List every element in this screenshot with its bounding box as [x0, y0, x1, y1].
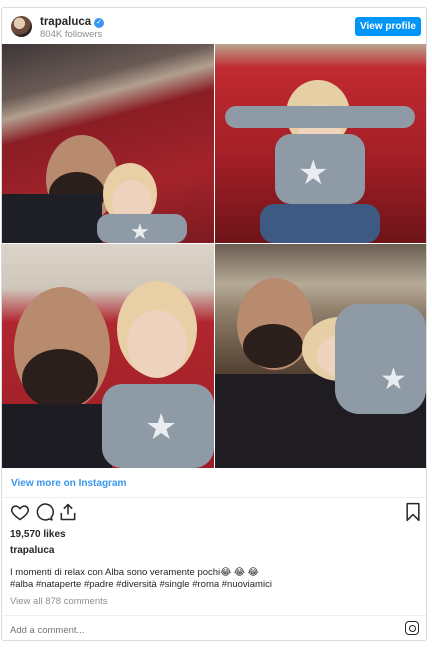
photo-man-and-child-closeup-art: ★: [2, 281, 214, 468]
instagram-embed-card: trapaluca ✓ 804K followers View profile ★: [1, 7, 427, 641]
likes-count[interactable]: 19,570 likes: [10, 529, 66, 540]
heart-icon[interactable]: [10, 502, 30, 522]
action-bar: [2, 502, 426, 528]
photo-child-leaning-on-man[interactable]: ★: [215, 244, 426, 468]
photo-grid[interactable]: ★ ★ ★ ★: [2, 44, 426, 468]
photo-man-and-child[interactable]: ★: [2, 44, 214, 243]
caption: I momenti di relax con Alba sono veramen…: [10, 567, 420, 591]
photo-child-on-sofa[interactable]: ★: [215, 44, 426, 243]
photo-child-on-sofa-art: ★: [225, 80, 415, 243]
username-row[interactable]: trapaluca ✓: [40, 16, 105, 28]
svg-text:★: ★: [130, 220, 150, 243]
share-icon[interactable]: [58, 502, 78, 522]
photo-man-and-child-art: ★: [2, 135, 187, 243]
svg-text:★: ★: [298, 153, 328, 193]
view-more-row: View more on Instagram: [2, 469, 426, 498]
post-header: trapaluca ✓ 804K followers View profile: [2, 8, 426, 44]
caption-text: I momenti di relax con Alba sono veramen…: [10, 567, 259, 578]
view-more-link[interactable]: View more on Instagram: [11, 478, 126, 489]
bookmark-icon[interactable]: [403, 502, 423, 522]
comment-bar: [2, 615, 426, 642]
username[interactable]: trapaluca: [40, 16, 91, 28]
view-profile-button[interactable]: View profile: [355, 17, 421, 36]
avatar[interactable]: [11, 16, 32, 37]
comment-input[interactable]: [10, 624, 390, 636]
svg-text:★: ★: [145, 407, 177, 448]
caption-username[interactable]: trapaluca: [10, 545, 54, 556]
comment-icon[interactable]: [34, 502, 54, 522]
photo-child-leaning-on-man-art: ★: [215, 278, 426, 468]
verified-badge-icon: ✓: [94, 18, 105, 28]
instagram-icon[interactable]: [405, 621, 419, 635]
view-all-comments-link[interactable]: View all 878 comments: [10, 596, 108, 607]
followers-count: 804K followers: [40, 29, 103, 40]
caption-hashtags[interactable]: #alba #nataperte #padre #diversità #sing…: [10, 579, 420, 591]
photo-man-and-child-closeup[interactable]: ★: [2, 244, 214, 468]
svg-text:★: ★: [380, 362, 407, 397]
